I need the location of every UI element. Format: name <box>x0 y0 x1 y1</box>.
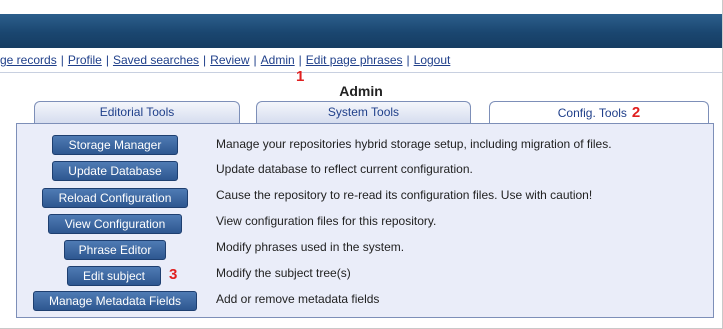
tool-description: View configuration files for this reposi… <box>216 214 437 228</box>
reload-configuration-button[interactable]: Reload Configuration <box>42 188 188 208</box>
header-banner <box>0 14 722 48</box>
nav-separator: | <box>203 53 207 67</box>
nav-links: ge records | Profile | Saved searches | Review… <box>0 53 450 67</box>
nav-link-admin[interactable]: Admin <box>261 53 295 67</box>
tab-editorial-tools[interactable]: Editorial Tools <box>34 101 240 123</box>
edit-subject-button[interactable]: Edit subject <box>67 266 161 286</box>
tool-row: Manage Metadata Fields Add or remove met… <box>17 291 715 315</box>
tool-row: Phrase Editor Modify phrases used in the… <box>17 240 715 264</box>
view-configuration-button[interactable]: View Configuration <box>48 214 182 234</box>
tool-description: Modify the subject tree(s) <box>216 266 351 280</box>
top-strip <box>0 0 722 14</box>
page-title: Admin <box>339 83 383 99</box>
tab-label: Editorial Tools <box>99 105 175 119</box>
nav-link-profile[interactable]: Profile <box>68 53 102 67</box>
tool-description: Manage your repositories hybrid storage … <box>216 137 612 151</box>
nav-link-logout[interactable]: Logout <box>414 53 451 67</box>
tool-description: Update database to reflect current confi… <box>216 162 473 176</box>
manage-metadata-fields-button[interactable]: Manage Metadata Fields <box>33 291 197 311</box>
nav-separator: | <box>253 53 257 67</box>
nav-separator: | <box>60 53 64 67</box>
tool-row: Update Database Update database to refle… <box>17 161 715 185</box>
annotation-2: 2 <box>631 104 641 121</box>
storage-manager-button[interactable]: Storage Manager <box>52 135 178 155</box>
nav-link-review[interactable]: Review <box>210 53 249 67</box>
tab-label: System Tools <box>327 105 400 119</box>
nav-link-edit-page-phrases[interactable]: Edit page phrases <box>306 53 403 67</box>
update-database-button[interactable]: Update Database <box>52 161 178 181</box>
nav-link-records[interactable]: ge records <box>0 53 57 67</box>
annotation-3: 3 <box>169 266 178 283</box>
nav-separator: | <box>105 53 109 67</box>
tab-config-tools[interactable]: Config. Tools 2 <box>489 101 709 124</box>
tool-description: Cause the repository to re-read its conf… <box>216 188 593 202</box>
nav-link-saved-searches[interactable]: Saved searches <box>113 53 199 67</box>
config-tools-panel: Storage Manager Manage your repositories… <box>16 123 714 318</box>
tab-system-tools[interactable]: System Tools <box>256 101 471 123</box>
nav-separator: | <box>298 53 302 67</box>
tool-row: Storage Manager Manage your repositories… <box>17 135 715 159</box>
nav-separator: | <box>406 53 410 67</box>
tab-label: Config. Tools <box>557 106 627 120</box>
tool-row: Edit subject 3 Modify the subject tree(s… <box>17 266 715 290</box>
tool-row: Reload Configuration Cause the repositor… <box>17 188 715 212</box>
tool-description: Add or remove metadata fields <box>216 292 380 306</box>
phrase-editor-button[interactable]: Phrase Editor <box>64 240 166 260</box>
tool-description: Modify phrases used in the system. <box>216 240 405 254</box>
tool-row: View Configuration View configuration fi… <box>17 214 715 238</box>
